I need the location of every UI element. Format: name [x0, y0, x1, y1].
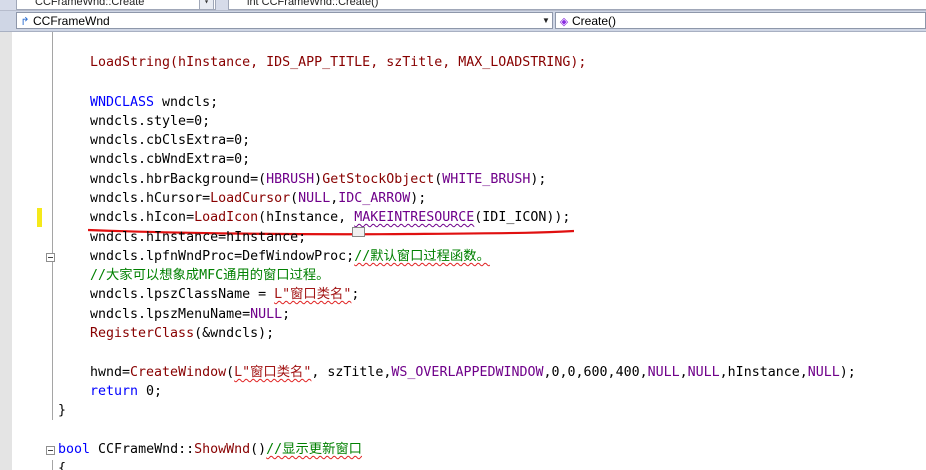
code-token: , szTitle,	[311, 365, 392, 380]
code-token: wndcls.hIcon=	[90, 210, 195, 225]
code-token: WS_OVERLAPPEDWINDOW	[391, 365, 544, 380]
code-token: );	[530, 172, 547, 187]
code-string: L"窗口类名"	[274, 287, 352, 302]
code-token: ;	[351, 287, 360, 302]
code-line-highlighted: wndcls.hIcon=LoadIcon(hInstance, MAKEINT…	[90, 208, 570, 227]
change-indicator-bar	[37, 208, 42, 227]
code-token: ()	[250, 442, 267, 457]
code-token: MAKEINTRESOURCE	[354, 210, 475, 225]
function-combo-text: int CCFrameWnd::Create()	[247, 0, 379, 8]
code-token: return	[90, 384, 139, 399]
code-token: wndcls.hCursor=	[90, 191, 211, 206]
outline-guide-2	[52, 460, 53, 470]
code-line: wndcls.cbWndExtra=0;	[90, 152, 251, 167]
code-token: GetStockObject	[322, 172, 435, 187]
code-line: wndcls.hbrBackground=(HBRUSH)GetStockObj…	[90, 170, 546, 189]
code-token: RegisterClass	[90, 326, 195, 341]
code-token: CCFrameWnd::	[90, 442, 195, 457]
code-token: wndcls.lpszClassName =	[90, 287, 275, 302]
code-token: wndcls.lpfnWndProc=DefWindowProc;	[90, 249, 355, 264]
code-editor[interactable]: LoadString(hInstance, IDS_APP_TITLE, szT…	[0, 32, 926, 470]
code-token: (	[226, 365, 235, 380]
code-line: wndcls.cbClsExtra=0;	[90, 133, 251, 148]
code-token: CreateWindow	[130, 365, 227, 380]
code-token: wndcls.lpszMenuName=	[90, 307, 251, 322]
code-token: (	[290, 191, 299, 206]
code-token: bool	[58, 442, 91, 457]
code-string: L"窗口类名"	[234, 365, 312, 380]
collapse-icon[interactable]	[46, 253, 55, 262]
code-line: hwnd=CreateWindow(L"窗口类名", szTitle,WS_OV…	[90, 363, 856, 382]
code-token: hwnd=	[90, 365, 131, 380]
code-token: ;	[282, 307, 291, 322]
code-token: (IDI_ICON));	[474, 210, 571, 225]
code-line: RegisterClass(&wndcls);	[90, 324, 274, 343]
code-token: NULL	[807, 365, 840, 380]
code-line: }	[58, 403, 67, 418]
code-line: return 0;	[90, 382, 162, 401]
navigation-bar: ↱ CCFrameWnd ▼ ◈ Create()	[0, 11, 926, 32]
function-combo-partial[interactable]: int CCFrameWnd::Create()	[228, 0, 926, 10]
code-line: bool CCFrameWnd::ShowWnd()//显示更新窗口	[58, 440, 362, 459]
code-line: //大家可以想象成MFC通用的窗口过程。	[90, 266, 329, 285]
code-line: wndcls.lpszMenuName=NULL;	[90, 305, 290, 324]
code-line: wndcls.lpszClassName = L"窗口类名";	[90, 285, 359, 304]
code-line: wndcls.hCursor=LoadCursor(NULL,IDC_ARROW…	[90, 189, 426, 208]
scope-combo-arrow-icon[interactable]: ▾	[199, 0, 214, 10]
code-token: wndcls;	[154, 95, 219, 110]
code-comment: //显示更新窗口	[266, 442, 362, 457]
code-line: WNDCLASS wndcls;	[90, 93, 218, 112]
class-combo[interactable]: ↱ CCFrameWnd ▼	[16, 12, 553, 29]
code-line: wndcls.lpfnWndProc=DefWindowProc;//默认窗口过…	[90, 247, 490, 266]
code-comment: //大家可以想象成MFC通用的窗口过程。	[90, 268, 330, 283]
code-token: (hInstance,	[258, 210, 355, 225]
collapse-icon-showwnd[interactable]	[46, 446, 55, 455]
code-token: NULL	[298, 191, 331, 206]
code-token: LoadString(hInstance, IDS_APP_TITLE, szT…	[90, 55, 587, 70]
code-token: ShowWnd	[194, 442, 251, 457]
code-token: WNDCLASS	[90, 95, 155, 110]
code-token: NULL	[250, 307, 283, 322]
code-line: wndcls.style=0;	[90, 114, 211, 129]
code-token: HBRUSH	[266, 172, 315, 187]
member-combo-text: Create()	[572, 14, 617, 28]
code-line: LoadString(hInstance, IDS_APP_TITLE, szT…	[90, 53, 586, 72]
smart-tag-icon[interactable]	[352, 227, 365, 237]
code-token: );	[839, 365, 856, 380]
code-token: );	[410, 191, 427, 206]
scope-combo-partial[interactable]: CCFrameWnd::Create	[16, 0, 216, 10]
code-token: 0;	[138, 384, 163, 399]
class-combo-text: CCFrameWnd	[33, 14, 110, 28]
method-cube-icon: ◈	[559, 16, 569, 28]
code-token: )	[314, 172, 323, 187]
code-token: IDC_ARROW	[338, 191, 411, 206]
code-token: NULL	[687, 365, 720, 380]
code-token: NULL	[647, 365, 680, 380]
chevron-down-icon[interactable]: ▼	[540, 13, 552, 28]
outline-guide	[52, 32, 53, 420]
class-arrow-icon: ↱	[20, 16, 30, 28]
code-token: wndcls.hbrBackground=(	[90, 172, 267, 187]
scope-combo-text: CCFrameWnd::Create	[35, 0, 145, 8]
code-token: LoadIcon	[194, 210, 259, 225]
code-token: ,0,0,600,400,	[543, 365, 648, 380]
code-line: wndcls.hInstance=hInstance;	[90, 230, 307, 245]
code-token: LoadCursor	[210, 191, 291, 206]
code-token: (&wndcls);	[194, 326, 275, 341]
code-line: {	[58, 461, 67, 470]
editor-margin	[0, 32, 12, 470]
code-comment: //默认窗口过程函数。	[354, 249, 490, 264]
top-dropdown-strip: CCFrameWnd::Create ▾ int CCFrameWnd::Cre…	[0, 0, 926, 11]
member-combo[interactable]: ◈ Create()	[555, 12, 926, 29]
code-token: ,hInstance,	[719, 365, 808, 380]
code-token: ,	[679, 365, 688, 380]
code-token: WHITE_BRUSH	[442, 172, 531, 187]
